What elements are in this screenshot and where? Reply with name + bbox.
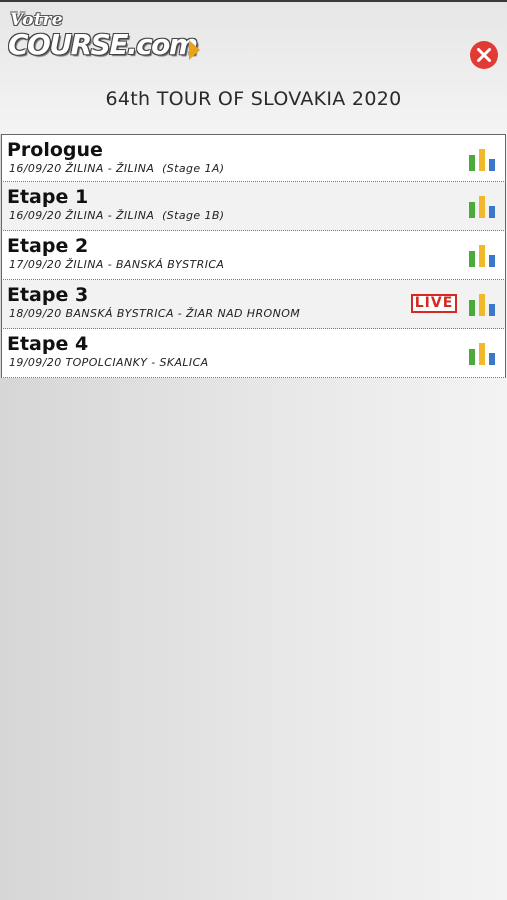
logo-course-text: COURSE.com [8,28,198,61]
votrecourse-logo[interactable]: Votre COURSE.com [8,10,208,70]
stage-row-etape-2[interactable]: Etape 2 17/09/20 ŽILINA - BANSKÁ BYSTRIC… [1,231,506,280]
bar-chart-icon[interactable] [468,343,498,365]
stage-name: Prologue [7,139,103,161]
bar-chart-icon[interactable] [468,196,498,218]
live-badge[interactable]: LIVE [411,294,457,313]
stage-name: Etape 4 [7,333,89,355]
logo-arrow-icon [189,40,200,60]
stage-row-etape-4[interactable]: Etape 4 19/09/20 TOPOLCIANKY - SKALICA [1,329,506,378]
stage-details: 16/09/20 ŽILINA - ŽILINA (Stage 1A) [9,162,225,175]
page-title: 64th TOUR OF SLOVAKIA 2020 [105,88,402,110]
stage-row-prologue[interactable]: Prologue 16/09/20 ŽILINA - ŽILINA (Stage… [1,134,506,182]
stage-name: Etape 2 [7,235,89,257]
stage-details: 17/09/20 ŽILINA - BANSKÁ BYSTRICA [9,258,225,271]
stage-name: Etape 3 [7,284,89,306]
stage-row-etape-3[interactable]: Etape 3 18/09/20 BANSKÁ BYSTRICA - ŽIAR … [1,280,506,329]
bar-chart-icon[interactable] [468,294,498,316]
close-button[interactable] [470,41,498,69]
stage-name: Etape 1 [7,186,89,208]
bar-chart-icon[interactable] [468,149,498,171]
stage-list: Prologue 16/09/20 ŽILINA - ŽILINA (Stage… [1,134,506,378]
header: Votre COURSE.com 64th TOUR OF SLOVAKIA 2… [0,2,507,134]
stage-details: 16/09/20 ŽILINA - ŽILINA (Stage 1B) [9,209,225,222]
bar-chart-icon[interactable] [468,245,498,267]
close-icon [477,48,491,62]
stage-row-etape-1[interactable]: Etape 1 16/09/20 ŽILINA - ŽILINA (Stage … [1,182,506,231]
stage-details: 19/09/20 TOPOLCIANKY - SKALICA [9,356,209,369]
logo-votre-text: Votre [10,10,64,30]
stage-details: 18/09/20 BANSKÁ BYSTRICA - ŽIAR NAD HRON… [9,307,301,320]
